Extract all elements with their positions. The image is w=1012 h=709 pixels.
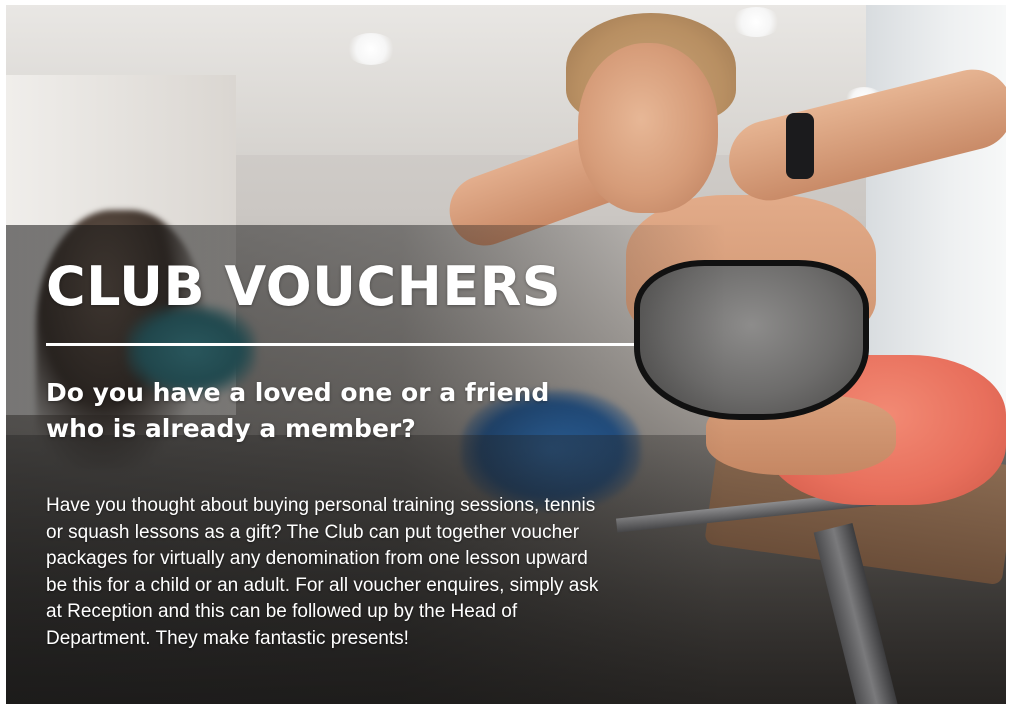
page-title: CLUB VOUCHERS bbox=[46, 255, 562, 318]
body-line: be this for a child or an adult. For all… bbox=[46, 574, 599, 596]
subtitle-line: Do you have a loved one or a friend bbox=[46, 378, 550, 407]
body-paragraph: Have you thought about buying personal t… bbox=[46, 493, 726, 652]
title-divider bbox=[46, 343, 634, 346]
subtitle-line: who is already a member? bbox=[46, 414, 416, 443]
body-line: packages for virtually any denomination … bbox=[46, 548, 588, 569]
woman-face bbox=[578, 43, 718, 213]
body-line: at Reception and this can be followed up… bbox=[46, 601, 518, 622]
subtitle: Do you have a loved one or a friend who … bbox=[46, 375, 666, 447]
ceiling-light bbox=[346, 33, 396, 65]
fitness-watch bbox=[786, 113, 814, 179]
body-line: Department. They make fantastic presents… bbox=[46, 627, 409, 649]
ceiling-light bbox=[731, 7, 781, 37]
body-line: or squash lessons as a gift? The Club ca… bbox=[46, 521, 580, 543]
hero-banner: CLUB VOUCHERS Do you have a loved one or… bbox=[6, 5, 1006, 704]
body-line: Have you thought about buying personal t… bbox=[46, 495, 596, 516]
